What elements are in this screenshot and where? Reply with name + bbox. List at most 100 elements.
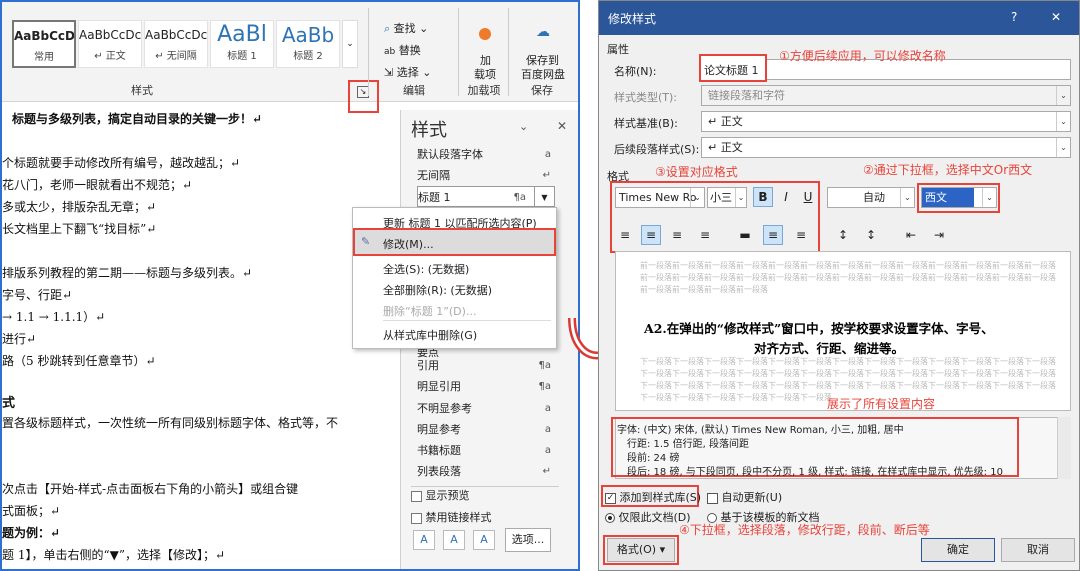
only-this-doc-radio[interactable]: 仅限此文档(D) [605,509,691,525]
style-item[interactable]: 无间隔 ↵ [417,165,555,186]
style-based-value: ↵ 正文 [708,115,743,128]
format-dropdown-button[interactable]: 格式(O) ▾ [607,538,675,562]
radio-selected [605,513,615,523]
new-style-icon[interactable]: A [413,530,435,550]
style-gallery-item[interactable]: AaBbCcDc ↵ 正文 [78,20,142,68]
align-left-icon[interactable]: ≡ [615,225,635,245]
style-item[interactable]: 不明显参考 a [417,398,555,419]
font-color-value: 自动 [863,191,885,204]
addin-label-2[interactable]: 载项 [474,66,496,82]
menu-item-remove-from-gallery[interactable]: 从样式库中删除(G) [383,327,477,343]
options-button[interactable]: 选项... [505,528,551,552]
style-type-value: 链接段落和字符 [708,89,785,102]
addin-icon [479,28,491,40]
style-item-label: 默认段落字体 [417,148,483,161]
justify-icon[interactable]: ≡ [695,225,715,245]
desc-line: 行距: 1.5 倍行距, 段落间距 [627,439,749,450]
underline-button[interactable]: U [798,187,818,207]
checkbox-box [411,490,422,502]
chevron-down-icon: ⌄ [1056,112,1070,131]
chevron-down-icon[interactable]: ⌄ [519,120,528,133]
chevron-down-icon: ⌄ [1056,86,1070,105]
font-color-select[interactable]: 自动 ⌄ [827,187,915,208]
group-divider [368,8,369,96]
menu-item-modify[interactable]: 修改(M)... [383,236,434,252]
style-item[interactable]: 列表段落 ↵ [417,461,555,482]
style-item-mark: a [544,403,551,414]
doc-line: 式 [2,396,16,411]
select-icon: ⇲ [384,66,394,79]
ok-button[interactable]: 确定 [921,538,995,562]
annotation-1: ①方便后续应用，可以修改名称 [779,49,946,63]
replace-button[interactable]: ab 替换 [384,42,421,58]
double-spacing-icon[interactable]: ≡ [791,225,811,245]
size-select[interactable]: 小三 ⌄ [707,187,747,208]
chevron-down-icon: ⌄ [900,188,914,207]
style-dropdown-icon[interactable]: ▼ [534,187,554,206]
help-icon[interactable]: ? [1011,10,1017,24]
align-center-icon[interactable]: ≡ [641,225,661,245]
next-style-label: 后续段落样式(S): [614,143,700,156]
save-group-label: 保存 [531,84,553,97]
style-based-select[interactable]: ↵ 正文 ⌄ [701,111,1071,132]
style-type-label: 样式类型(T): [614,91,678,104]
decrease-indent-icon[interactable]: ⇤ [901,225,921,245]
chevron-down-icon: ⌄ [1056,138,1070,157]
italic-button[interactable]: I [776,187,796,207]
close-icon[interactable]: ✕ [557,119,567,133]
find-button[interactable]: ⌕ 查找 ⌄ [384,20,428,36]
style-inspector-icon[interactable]: A [443,530,465,550]
align-right-icon[interactable]: ≡ [667,225,687,245]
auto-update-checkbox[interactable]: 自动更新(U) [707,489,782,505]
style-preview: AaBbCcDc [79,28,141,42]
style-item-label: 标题 1 [418,191,451,204]
increase-indent-icon[interactable]: ⇥ [929,225,949,245]
one-half-spacing-icon[interactable]: ≡ [763,225,783,245]
close-icon[interactable]: ✕ [1051,10,1061,24]
find-label: 查找 [393,22,416,35]
style-item[interactable]: 默认段落字体 a [417,144,555,165]
style-based-label: 样式基准(B): [614,117,678,130]
style-item[interactable]: 书籍标题 a [417,440,555,461]
doc-heading: 标题与多级列表，搞定自动目录的关键一步！↵ [12,112,263,126]
preview-sample-line-2: 对齐方式、行距、缩进等。 [754,341,905,356]
doc-line: 字号、行距↵ [2,288,73,302]
font-select[interactable]: Times New Ro ⌄ [615,187,705,208]
single-spacing-icon[interactable]: ▬ [735,225,755,245]
script-select[interactable]: 西文 ⌄ [921,187,997,208]
pane-title: 样式 [411,120,447,141]
style-name: 标题 2 [293,51,323,62]
name-value[interactable]: 论文标题 1 [704,62,759,78]
style-item[interactable]: 引用 ¶a [417,355,555,376]
style-gallery-item[interactable]: AaBbCcDc ↵ 无间隔 [144,20,208,68]
style-item[interactable]: 明显引用 ¶a [417,376,555,397]
decrease-spacing-icon[interactable]: ↕ [861,225,881,245]
save-label-2[interactable]: 百度网盘 [521,66,565,82]
desc-line: 段前: 24 磅 [627,453,680,464]
gallery-more-button[interactable]: ⌄ [342,20,358,68]
checkbox-box [707,492,718,504]
style-item-mark: a [544,424,551,435]
cancel-button[interactable]: 取消 [1001,538,1075,562]
show-preview-checkbox[interactable]: 显示预览 [411,487,470,503]
add-to-gallery-checkbox[interactable]: ✓ 添加到样式库(S) [605,489,701,505]
disable-linked-label: 禁用链接样式 [425,511,492,524]
style-name: ↵ 正文 [94,51,126,62]
doc-line: 个标题就要手动修改所有编号，越改越乱；↵ [2,156,241,170]
style-gallery-item[interactable]: AaBbCcD 常用 [12,20,76,68]
style-item-selected[interactable]: 标题 1 ¶a ▼ [417,186,555,207]
increase-spacing-icon[interactable]: ↕ [833,225,853,245]
bold-button[interactable]: B [753,187,773,207]
font-value: Times New Ro [619,191,697,204]
style-item[interactable]: 明显参考 a [417,419,555,440]
description-scrollbar[interactable] [1057,417,1071,479]
group-divider [458,8,459,96]
next-style-select[interactable]: ↵ 正文 ⌄ [701,137,1071,158]
disable-linked-checkbox[interactable]: 禁用链接样式 [411,509,492,525]
style-gallery-item[interactable]: AaBb 标题 2 [276,20,340,68]
style-gallery-item[interactable]: AaBl 标题 1 [210,20,274,68]
manage-styles-icon[interactable]: A [473,530,495,550]
select-button[interactable]: ⇲ 选择 ⌄ [384,64,431,80]
menu-item-remove-all[interactable]: 全部删除(R): (无数据) [383,282,492,298]
menu-item-select-all[interactable]: 全选(S): (无数据) [383,261,469,277]
